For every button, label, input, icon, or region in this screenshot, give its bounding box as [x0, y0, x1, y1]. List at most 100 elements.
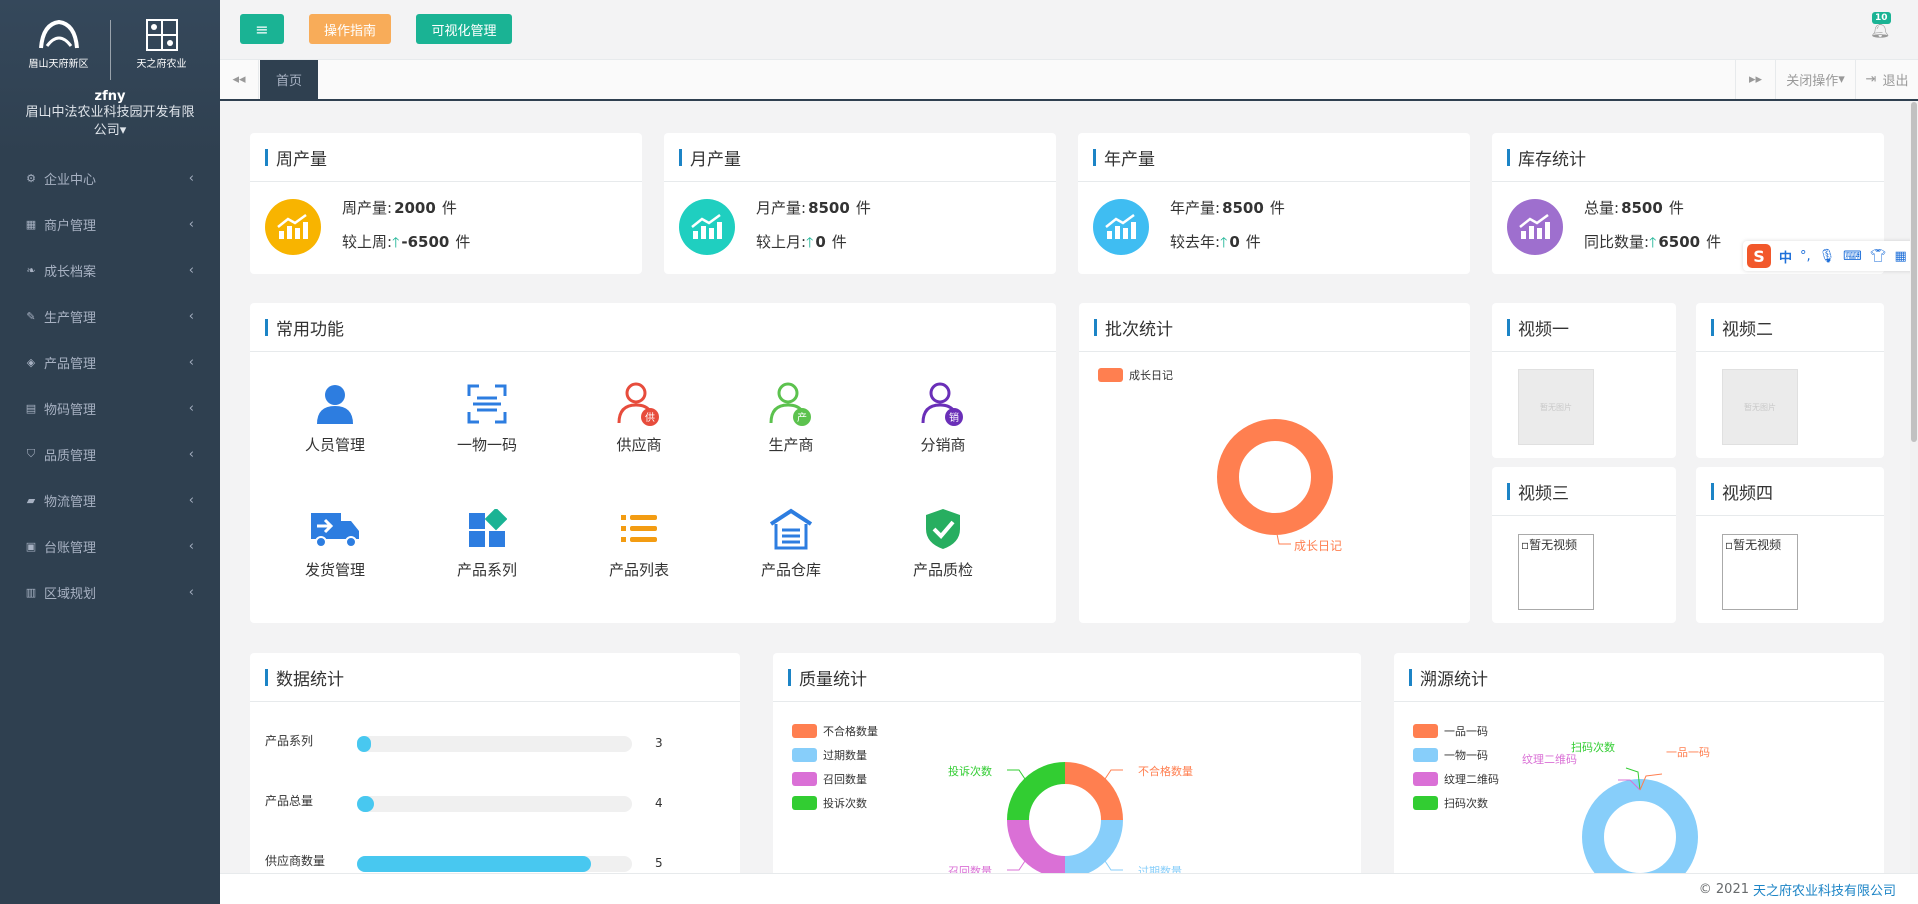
menu-label: 区域规划	[44, 586, 97, 602]
copyright-text: © 2021	[1698, 881, 1749, 897]
stat-label: 较上周:	[342, 233, 393, 251]
card-title: 质量统计	[773, 653, 1361, 702]
stat-value: 8500	[1621, 199, 1663, 217]
signout-icon: ⇥	[1865, 72, 1877, 87]
scan-code-icon	[432, 380, 542, 428]
menu-item-quality[interactable]: ⛉ 品质管理 ‹	[0, 431, 220, 477]
func-one-code[interactable]: 一物一码	[432, 380, 542, 455]
company-link[interactable]: 天之府农业科技有限公司	[1753, 880, 1896, 899]
stat-value: 0	[815, 233, 826, 251]
stat-value: 0	[1229, 233, 1240, 251]
func-label: 分销商	[920, 436, 966, 454]
trend-chart-icon	[265, 199, 321, 255]
tab-home[interactable]: 首页	[260, 60, 318, 99]
stat-card-yearly: 年产量 年产量: 8500 件 较去年:🡑 0 件	[1078, 133, 1470, 274]
video-thumbnail[interactable]: 暂无图片	[1518, 369, 1594, 445]
quality-slice-expired[interactable]	[1064, 819, 1123, 873]
menu-item-merchant[interactable]: ▦ 商户管理 ‹	[0, 201, 220, 247]
keyboard-icon[interactable]: ⌨	[1843, 249, 1862, 264]
quality-donut-chart	[1007, 762, 1123, 873]
close-operations-dropdown[interactable]: 关闭操作 ▾	[1775, 60, 1855, 99]
stat-label: 同比数量:	[1584, 233, 1650, 251]
stat-line-1: 年产量: 8500 件	[1170, 197, 1285, 218]
card-title: 视频一	[1492, 303, 1676, 352]
menu-item-logistics[interactable]: ▰ 物流管理 ‹	[0, 477, 220, 523]
ime-toolbar[interactable]: S 中 °, 🎙︎ ⌨ 👕︎ ▦	[1743, 241, 1918, 271]
batch-donut-ring[interactable]	[1217, 419, 1333, 535]
quality-slice-unqualified[interactable]	[1064, 762, 1123, 821]
stat-unit: 件	[1245, 233, 1261, 251]
menu-item-enterprise[interactable]: ⚙ 企业中心 ‹	[0, 155, 220, 201]
stat-card-weekly: 周产量 周产量: 2000 件 较上周:🡑 -6500 件	[250, 133, 642, 274]
meishan-logo: 眉山天府新区	[14, 18, 104, 70]
menu-item-code[interactable]: ▤ 物码管理 ‹	[0, 385, 220, 431]
stat-label: 较去年:	[1170, 233, 1221, 251]
trace-slice-one-code[interactable]	[1582, 779, 1698, 873]
user-name[interactable]: zfny	[0, 89, 220, 104]
scrollbar-thumb[interactable]	[1911, 102, 1917, 442]
stat-label: 总量:	[1584, 199, 1620, 217]
card-title: 常用功能	[250, 303, 1056, 352]
broken-video-image[interactable]: ▫暂无视频	[1722, 534, 1798, 610]
trend-chart-icon	[679, 199, 735, 255]
menu-item-growth[interactable]: ❧ 成长档案 ‹	[0, 247, 220, 293]
menu-item-production[interactable]: ✎ 生产管理 ‹	[0, 293, 220, 339]
menu-item-product[interactable]: ◈ 产品管理 ‹	[0, 339, 220, 385]
bar-track	[357, 856, 632, 872]
card-title: 批次统计	[1079, 303, 1470, 352]
video-thumbnail[interactable]: 暂无图片	[1722, 369, 1798, 445]
func-label: 人员管理	[304, 436, 365, 454]
footer: © 2021 天之府农业科技有限公司	[220, 873, 1918, 904]
page-scrollbar[interactable]	[1910, 102, 1918, 873]
quality-label-recall: 召回数量	[948, 865, 992, 873]
microphone-icon[interactable]: 🎙︎	[1819, 249, 1836, 264]
func-warehouse[interactable]: 产品仓库	[736, 505, 846, 580]
video-card-1: 视频一 暂无图片	[1492, 303, 1676, 458]
func-supplier[interactable]: 供 供应商	[584, 380, 694, 455]
tab-bar: ◂◂ 首页 ▸▸ 关闭操作 ▾ ⇥ 退出	[220, 60, 1918, 101]
bar-fill	[357, 856, 591, 872]
forward-icon: ▸▸	[1748, 72, 1763, 87]
quality-slice-complaint[interactable]	[1007, 762, 1066, 821]
guide-button[interactable]: 操作指南	[309, 14, 391, 44]
leaf-icon: ❧	[26, 263, 36, 277]
quality-slice-recall[interactable]	[1007, 819, 1066, 873]
func-producer[interactable]: 产 生产商	[736, 380, 846, 455]
logout-button[interactable]: ⇥ 退出	[1855, 60, 1918, 99]
skin-icon[interactable]: 👕︎	[1870, 249, 1887, 264]
func-product-list[interactable]: 产品列表	[584, 505, 694, 580]
wrench-icon: ✎	[26, 309, 36, 323]
stat-line-1: 月产量: 8500 件	[756, 197, 871, 218]
company-dropdown[interactable]: 眉山中法农业科技园开发有限公司▾	[0, 104, 220, 140]
close-ops-label: 关闭操作	[1786, 74, 1839, 89]
menu-item-ledger[interactable]: ▣ 台账管理 ‹	[0, 523, 220, 569]
visual-management-button[interactable]: 可视化管理	[416, 14, 512, 44]
broken-video-image[interactable]: ▫暂无视频	[1518, 534, 1594, 610]
stat-unit: 件	[1706, 233, 1722, 251]
menu-toggle-button[interactable]: ≡	[240, 14, 284, 44]
punctuation-icon[interactable]: °,	[1800, 249, 1811, 264]
truck-icon: ▰	[26, 493, 36, 507]
card-title: 年产量	[1078, 133, 1470, 182]
func-product-series[interactable]: 产品系列	[432, 505, 542, 580]
func-quality-check[interactable]: 产品质检	[888, 505, 998, 580]
tab-scroll-right-button[interactable]: ▸▸	[1735, 60, 1775, 99]
stat-line-2: 同比数量:🡑 6500 件	[1584, 231, 1721, 256]
tab-scroll-left-button[interactable]: ◂◂	[220, 60, 259, 99]
sidebar: 眉山天府新区 天之府农业 zfny 眉山中法农业科技园开发有限公司▾ ⚙ 企业中心…	[0, 0, 220, 904]
tianzhifu-logo: 天之府农业	[117, 18, 207, 70]
func-distributor[interactable]: 销 分销商	[888, 380, 998, 455]
func-delivery[interactable]: 发货管理	[280, 505, 390, 580]
stat-value: 8500	[1222, 199, 1264, 217]
notification-bell[interactable]: 🔔︎ 10	[1866, 12, 1892, 42]
menu-label: 产品管理	[44, 356, 97, 372]
ime-mode-label[interactable]: 中	[1779, 247, 1792, 266]
logo-divider	[109, 20, 111, 80]
menu-item-region[interactable]: ▥ 区域规划 ‹	[0, 569, 220, 615]
menu-label: 商户管理	[44, 218, 97, 234]
func-personnel[interactable]: 人员管理	[280, 380, 390, 455]
data-stat-row: 产品总量 4	[265, 792, 725, 814]
cube-icon: ◈	[26, 355, 36, 369]
apps-grid-icon[interactable]: ▦	[1894, 249, 1906, 264]
stat-line-1: 总量: 8500 件	[1584, 197, 1684, 218]
